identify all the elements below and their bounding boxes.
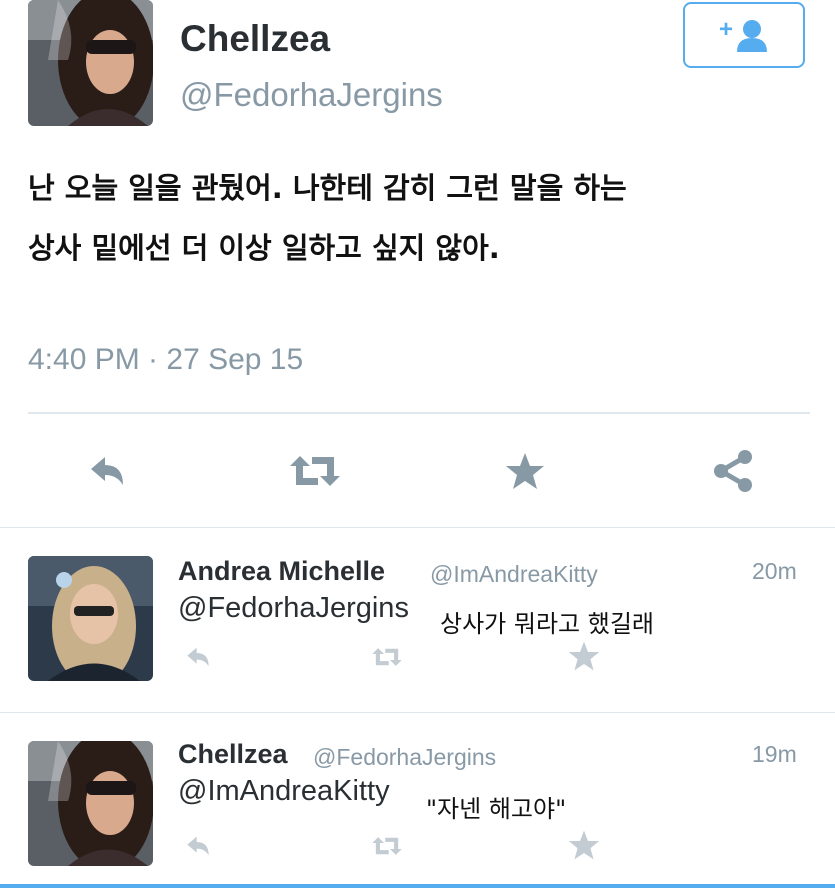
retweet-button[interactable] (365, 829, 409, 863)
reply-button[interactable] (178, 640, 218, 674)
reply-display-name[interactable]: Chellzea (178, 739, 288, 770)
tweet-timestamp: 4:40 PM · 27 Sep 15 (28, 343, 304, 376)
retweet-icon (290, 456, 340, 486)
tweet-text-line-2: 상사 밑에선 더 이상 일하고 싶지 않아. (28, 231, 500, 265)
reply-icon (91, 457, 123, 485)
display-name[interactable]: Chellzea (180, 18, 330, 60)
favorite-icon (568, 641, 600, 671)
favorite-icon (568, 830, 600, 860)
avatar-image (28, 0, 153, 126)
reply-tweet[interactable]: Chellzea @FedorhaJergins 19m @ImAndreaKi… (0, 713, 835, 883)
favorite-icon (506, 453, 544, 489)
reply-button[interactable] (72, 446, 142, 496)
reply-time: 19m (752, 741, 797, 767)
bottom-accent-line (0, 884, 835, 888)
divider (28, 412, 810, 414)
retweet-icon (372, 837, 402, 855)
favorite-button[interactable] (562, 827, 606, 863)
reply-icon (187, 836, 209, 856)
plus-label: + (718, 16, 733, 43)
follow-button[interactable]: + (683, 2, 805, 68)
retweet-icon (372, 648, 402, 666)
avatar[interactable] (28, 0, 153, 126)
reply-handle[interactable]: @FedorhaJergins (313, 744, 496, 771)
favorite-button[interactable] (490, 446, 560, 496)
retweet-button[interactable] (365, 640, 409, 674)
share-icon (714, 450, 752, 492)
favorite-button[interactable] (562, 638, 606, 674)
reply-handle[interactable]: @ImAndreaKitty (430, 561, 598, 588)
reply-mention[interactable]: @ImAndreaKitty (178, 775, 390, 808)
reply-button[interactable] (178, 829, 218, 863)
tweet-text-line-1: 난 오늘 일을 관뒀어. 나한테 감히 그런 말을 하는 (28, 171, 627, 205)
reply-time: 20m (752, 558, 797, 584)
reply-text: 상사가 뭐라고 했길래 (440, 610, 654, 638)
retweet-button[interactable] (280, 446, 350, 496)
avatar[interactable] (28, 741, 153, 866)
add-user-icon: + (718, 16, 769, 52)
avatar[interactable] (28, 556, 153, 681)
reply-tweet[interactable]: Andrea Michelle @ImAndreaKitty 20m @Fedo… (0, 528, 835, 712)
share-button[interactable] (698, 446, 768, 496)
reply-display-name[interactable]: Andrea Michelle (178, 556, 385, 587)
user-handle[interactable]: @FedorhaJergins (180, 76, 443, 114)
tweet-text: 난 오늘 일을 관뒀어. 나한테 감히 그런 말을 하는 상사 밑에선 더 이상… (28, 158, 818, 278)
avatar-image (28, 741, 153, 866)
avatar-image (28, 556, 153, 681)
reply-mention[interactable]: @FedorhaJergins (178, 592, 409, 625)
reply-text: "자넨 해고야" (426, 795, 567, 823)
reply-icon (187, 647, 209, 667)
